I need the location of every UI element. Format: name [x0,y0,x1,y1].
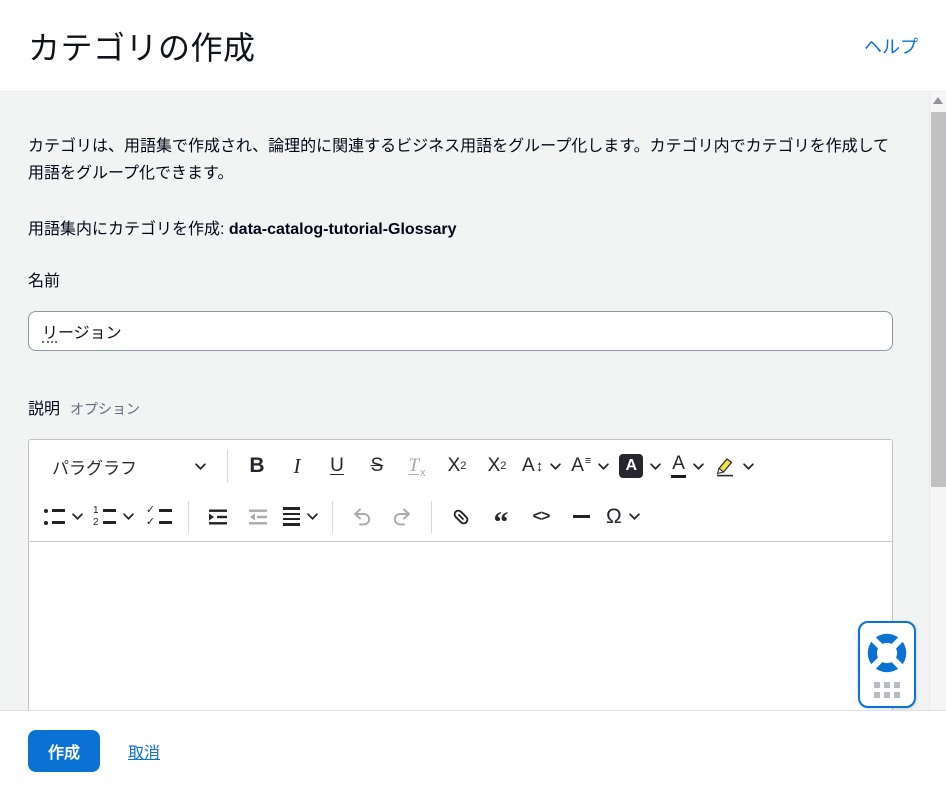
page-title: カテゴリの作成 [28,23,256,69]
help-link[interactable]: ヘルプ [864,33,918,59]
code-button[interactable]: <> [526,498,556,536]
glossary-name: data-catalog-tutorial-Glossary [229,221,457,238]
outdent-button[interactable] [243,498,273,536]
chevron-down-icon [743,463,754,470]
italic-button[interactable]: I [282,447,312,485]
chevron-down-icon [550,463,561,470]
vertical-scrollbar[interactable] [929,92,946,710]
chevron-down-icon [650,463,661,470]
editor-toolbar-row1: パラグラフ B I U S T x X 2 X 2 [29,440,892,492]
dialog-content: カテゴリは、用語集で作成され、論理的に関連するビジネス用語をグループ化します。カ… [0,92,946,710]
chevron-down-icon [629,513,640,520]
bullet-list-icon [44,507,65,526]
highlight-dropdown[interactable] [714,447,754,485]
bold-button[interactable]: B [242,447,272,485]
font-size-arrows-icon: ↕ [536,458,544,475]
horizontal-line-icon [573,515,590,518]
numbered-list-icon: 1 2 [93,507,116,526]
help-widget-button[interactable] [858,621,916,708]
subscript-button[interactable]: X 2 [442,447,472,485]
superscript-button[interactable]: X 2 [482,447,512,485]
intro-text: カテゴリは、用語集で作成され、論理的に関連するビジネス用語をグループ化します。カ… [28,133,893,187]
omega-icon: Ω [606,505,622,529]
scrollbar-thumb[interactable] [931,112,946,487]
glossary-line: 用語集内にカテゴリを作成: data-catalog-tutorial-Glos… [28,215,893,239]
indent-icon [207,506,229,528]
drag-handle-dots[interactable] [874,682,900,698]
chevron-down-icon [123,513,134,520]
code-icon: <> [533,508,550,526]
toolbar-separator [431,501,432,533]
indent-button[interactable] [203,498,233,536]
description-editor-textarea[interactable] [29,542,892,710]
description-label-row: 説明 オプション [28,395,893,419]
description-label: 説明 [28,395,60,419]
chevron-down-icon [598,463,609,470]
bulleted-list-dropdown[interactable] [44,498,83,536]
font-background-icon: A [619,454,643,478]
font-color-dropdown[interactable]: A [671,447,704,485]
font-background-color-dropdown[interactable]: A [619,447,661,485]
dialog-header: カテゴリの作成 ヘルプ [0,0,946,92]
chevron-down-icon [693,463,704,470]
create-in-label: 用語集内にカテゴリを作成: [28,221,229,238]
editor-toolbar-row2: 1 2 ✓ ✓ [29,492,892,542]
link-icon [450,506,472,528]
toolbar-separator [227,450,228,482]
spellcheck-underline [42,341,57,343]
numbered-list-dropdown[interactable]: 1 2 [93,498,134,536]
cancel-link[interactable]: 取消 [128,739,160,763]
horizontal-line-button[interactable] [566,498,596,536]
toolbar-separator [332,501,333,533]
remove-format-icon: T [408,455,419,477]
toolbar-separator [188,501,189,533]
scroll-up-arrow [933,97,943,104]
quote-icon: “ [494,518,509,528]
lifebuoy-icon [865,631,909,675]
remove-format-button[interactable]: T x [402,447,432,485]
optional-label: オプション [70,399,140,419]
paragraph-style-dropdown[interactable]: パラグラフ [44,447,216,485]
name-label: 名前 [28,267,893,291]
description-editor: パラグラフ B I U S T x X 2 X 2 [28,439,893,710]
font-size-dropdown[interactable]: A ↕ [522,447,561,485]
font-color-icon: A [671,454,686,478]
font-family-dropdown[interactable]: A ≡ [571,447,609,485]
strikethrough-button[interactable]: S [362,447,392,485]
redo-icon [391,506,413,528]
link-button[interactable] [446,498,476,536]
checklist-button[interactable]: ✓ ✓ [144,498,174,536]
underline-button[interactable]: U [322,447,352,485]
chevron-down-icon [72,513,83,520]
special-characters-dropdown[interactable]: Ω [606,498,640,536]
blockquote-button[interactable]: “ [486,498,516,536]
dialog-footer: 作成 取消 [0,710,946,790]
align-icon [283,507,300,526]
undo-icon [351,506,373,528]
outdent-icon [247,506,269,528]
scroll-up-button[interactable] [930,92,946,109]
chevron-down-icon [195,463,206,470]
name-input-wrap [28,311,893,351]
undo-button[interactable] [347,498,377,536]
highlight-pen-icon [714,455,736,477]
paragraph-style-label: パラグラフ [52,454,137,479]
create-category-dialog: カテゴリの作成 ヘルプ カテゴリは、用語集で作成され、論理的に関連するビジネス用… [0,0,946,790]
redo-button[interactable] [387,498,417,536]
text-alignment-dropdown[interactable] [283,498,318,536]
name-input[interactable] [28,311,893,351]
chevron-down-icon [307,513,318,520]
font-family-lines-icon: ≡ [585,447,591,467]
checklist-icon: ✓ ✓ [146,507,172,526]
create-button[interactable]: 作成 [28,730,100,772]
